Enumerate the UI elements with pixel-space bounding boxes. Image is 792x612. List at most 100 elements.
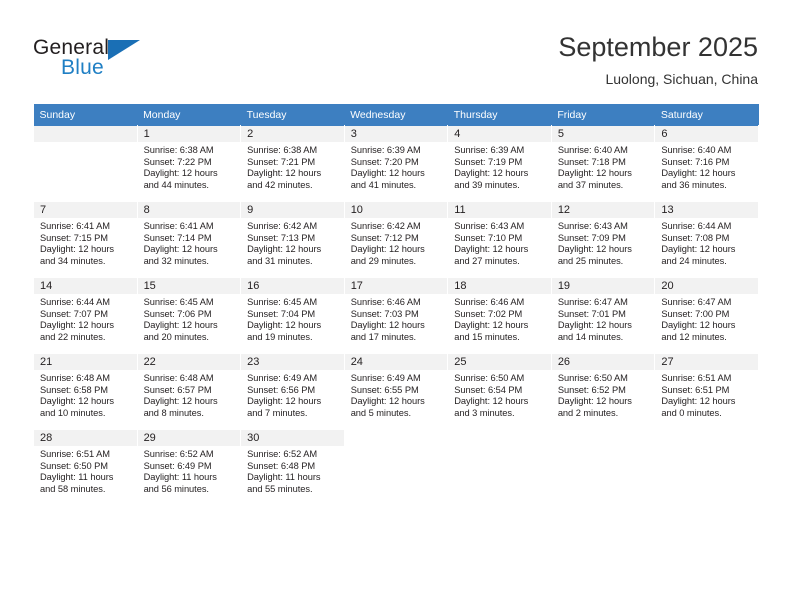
calendar-cell[interactable]: 12 Sunrise: 6:43 AM Sunset: 7:09 PM Dayligh… [550,201,656,278]
day-sunset-text: Sunset: 6:54 PM [454,384,523,395]
day-cell: 30 Sunrise: 6:52 AM Sunset: 6:48 PM Dayligh… [241,430,344,505]
day-daylight1-text: Daylight: 12 hours [350,396,425,407]
day-daylight1-text: Daylight: 12 hours [454,320,529,331]
day-daylight1-text: Daylight: 12 hours [247,320,322,331]
day-daylight2-text: and 0 minutes. [661,407,722,418]
day-sunset-text: Sunset: 7:06 PM [143,308,212,319]
calendar-cell[interactable] [33,125,138,202]
calendar-cell[interactable]: 9 Sunrise: 6:42 AM Sunset: 7:13 PM Daylight… [240,201,345,278]
calendar-body: 1 Sunrise: 6:38 AM Sunset: 7:22 PM Daylight… [33,125,759,506]
calendar-cell[interactable]: 20 Sunrise: 6:47 AM Sunset: 7:00 PM Dayligh… [654,277,759,354]
day-sunset-text: Sunset: 7:09 PM [557,232,626,243]
day-daylight2-text: and 42 minutes. [247,179,313,190]
day-number: 1 [137,126,241,142]
calendar-cell[interactable]: 11 Sunrise: 6:43 AM Sunset: 7:10 PM Dayligh… [447,201,552,278]
day-sunrise-text: Sunrise: 6:43 AM [454,221,525,231]
calendar-cell[interactable]: 16 Sunrise: 6:45 AM Sunset: 7:04 PM Dayligh… [240,277,345,354]
day-sun-info: Sunrise: 6:48 AM Sunset: 6:58 PM Daylight:… [34,370,137,419]
day-daylight1-text: Daylight: 12 hours [247,244,322,255]
day-daylight1-text: Daylight: 12 hours [661,168,736,179]
calendar-cell[interactable]: 30 Sunrise: 6:52 AM Sunset: 6:48 PM Dayligh… [240,429,345,506]
calendar-cell[interactable]: 19 Sunrise: 6:47 AM Sunset: 7:01 PM Dayligh… [550,277,656,354]
calendar-cell[interactable]: 13 Sunrise: 6:44 AM Sunset: 7:08 PM Dayligh… [654,201,759,278]
calendar-cell[interactable]: 27 Sunrise: 6:51 AM Sunset: 6:51 PM Dayligh… [654,353,759,430]
day-sun-info: Sunrise: 6:38 AM Sunset: 7:22 PM Daylight:… [138,142,241,191]
day-sun-info: Sunrise: 6:39 AM Sunset: 7:19 PM Daylight:… [448,142,551,191]
day-daylight1-text: Daylight: 12 hours [40,396,115,407]
calendar-cell[interactable]: 25 Sunrise: 6:50 AM Sunset: 6:54 PM Dayligh… [447,353,552,430]
calendar-cell[interactable]: 21 Sunrise: 6:48 AM Sunset: 6:58 PM Dayligh… [33,353,138,430]
day-sunrise-text: Sunrise: 6:46 AM [454,297,525,307]
day-cell [344,430,448,505]
weekday-header-monday: Monday [137,104,241,126]
weekday-header-saturday: Saturday [654,104,759,126]
day-daylight2-text: and 39 minutes. [454,179,520,190]
calendar-cell[interactable]: 23 Sunrise: 6:49 AM Sunset: 6:56 PM Dayligh… [240,353,345,430]
day-sun-info: Sunrise: 6:43 AM Sunset: 7:09 PM Daylight:… [552,218,655,267]
day-cell: 26 Sunrise: 6:50 AM Sunset: 6:52 PM Dayligh… [551,354,655,429]
day-number: 22 [137,354,241,370]
calendar-cell[interactable] [550,429,656,506]
day-sunset-text: Sunset: 6:50 PM [40,460,108,471]
day-daylight2-text: and 22 minutes. [40,331,106,342]
calendar-cell[interactable]: 17 Sunrise: 6:46 AM Sunset: 7:03 PM Dayligh… [343,277,449,354]
calendar-cell[interactable]: 8 Sunrise: 6:41 AM Sunset: 7:14 PM Daylight… [136,201,242,278]
day-number: 21 [34,354,137,370]
day-cell: 22 Sunrise: 6:48 AM Sunset: 6:57 PM Dayligh… [137,354,241,429]
calendar-cell[interactable]: 1 Sunrise: 6:38 AM Sunset: 7:22 PM Daylight… [136,125,242,202]
calendar-cell[interactable] [447,429,552,506]
calendar-page: General Blue September 2025 Luolong, Sic… [0,0,792,612]
calendar-cell[interactable]: 26 Sunrise: 6:50 AM Sunset: 6:52 PM Dayligh… [550,353,656,430]
calendar-cell[interactable]: 22 Sunrise: 6:48 AM Sunset: 6:57 PM Dayligh… [136,353,242,430]
day-sunset-text: Sunset: 7:19 PM [454,156,523,167]
calendar-header-row: Sunday Monday Tuesday Wednesday Thursday… [33,104,759,126]
day-daylight2-text: and 10 minutes. [40,407,106,418]
day-sunset-text: Sunset: 7:22 PM [143,156,212,167]
day-daylight2-text: and 8 minutes. [143,407,204,418]
day-sunset-text: Sunset: 7:14 PM [143,232,212,243]
day-cell: 11 Sunrise: 6:43 AM Sunset: 7:10 PM Dayligh… [448,202,551,277]
calendar-cell[interactable]: 4 Sunrise: 6:39 AM Sunset: 7:19 PM Daylight… [447,125,552,202]
day-daylight2-text: and 44 minutes. [143,179,209,190]
day-sun-info: Sunrise: 6:38 AM Sunset: 7:21 PM Daylight:… [241,142,344,191]
calendar-cell[interactable]: 2 Sunrise: 6:38 AM Sunset: 7:21 PM Daylight… [240,125,345,202]
calendar-cell[interactable]: 3 Sunrise: 6:39 AM Sunset: 7:20 PM Daylight… [343,125,449,202]
page-header: General Blue September 2025 Luolong, Sic… [0,0,792,100]
day-cell: 29 Sunrise: 6:52 AM Sunset: 6:49 PM Dayligh… [137,430,241,505]
day-cell: 19 Sunrise: 6:47 AM Sunset: 7:01 PM Dayligh… [551,278,655,353]
day-daylight1-text: Daylight: 12 hours [247,396,322,407]
calendar-cell[interactable]: 10 Sunrise: 6:42 AM Sunset: 7:12 PM Dayligh… [343,201,449,278]
calendar-cell[interactable]: 6 Sunrise: 6:40 AM Sunset: 7:16 PM Daylight… [654,125,759,202]
day-sunrise-text: Sunrise: 6:41 AM [143,221,214,231]
day-sunset-text: Sunset: 7:21 PM [247,156,316,167]
calendar-cell[interactable]: 18 Sunrise: 6:46 AM Sunset: 7:02 PM Dayligh… [447,277,552,354]
day-cell: 21 Sunrise: 6:48 AM Sunset: 6:58 PM Dayligh… [34,354,137,429]
day-sunrise-text: Sunrise: 6:51 AM [40,449,110,459]
calendar-cell[interactable]: 14 Sunrise: 6:44 AM Sunset: 7:07 PM Dayligh… [33,277,138,354]
day-daylight2-text: and 7 minutes. [247,407,308,418]
day-sunrise-text: Sunrise: 6:42 AM [350,221,421,231]
day-sunset-text: Sunset: 7:03 PM [350,308,419,319]
calendar-cell[interactable]: 7 Sunrise: 6:41 AM Sunset: 7:15 PM Daylight… [33,201,138,278]
day-sunset-text: Sunset: 7:00 PM [661,308,730,319]
calendar-week-row: 14 Sunrise: 6:44 AM Sunset: 7:07 PM Dayligh… [33,277,759,354]
day-sunrise-text: Sunrise: 6:41 AM [40,221,110,231]
day-sun-info: Sunrise: 6:49 AM Sunset: 6:56 PM Daylight:… [241,370,344,419]
calendar-cell[interactable]: 24 Sunrise: 6:49 AM Sunset: 6:55 PM Dayligh… [343,353,449,430]
day-number: 9 [241,202,344,218]
day-sun-info: Sunrise: 6:46 AM Sunset: 7:02 PM Daylight:… [448,294,551,343]
day-number: 16 [241,278,344,294]
day-daylight2-text: and 5 minutes. [350,407,411,418]
day-sunset-text: Sunset: 6:52 PM [557,384,626,395]
general-blue-logo[interactable]: General Blue [33,36,253,84]
calendar-cell[interactable] [343,429,449,506]
calendar-cell[interactable] [654,429,759,506]
day-number: 25 [448,354,551,370]
day-daylight1-text: Daylight: 12 hours [143,320,218,331]
day-daylight2-text: and 34 minutes. [40,255,106,266]
day-daylight2-text: and 15 minutes. [454,331,520,342]
calendar-cell[interactable]: 5 Sunrise: 6:40 AM Sunset: 7:18 PM Daylight… [550,125,656,202]
calendar-cell[interactable]: 28 Sunrise: 6:51 AM Sunset: 6:50 PM Dayligh… [33,429,138,506]
calendar-cell[interactable]: 29 Sunrise: 6:52 AM Sunset: 6:49 PM Dayligh… [136,429,242,506]
calendar-cell[interactable]: 15 Sunrise: 6:45 AM Sunset: 7:06 PM Dayligh… [136,277,242,354]
